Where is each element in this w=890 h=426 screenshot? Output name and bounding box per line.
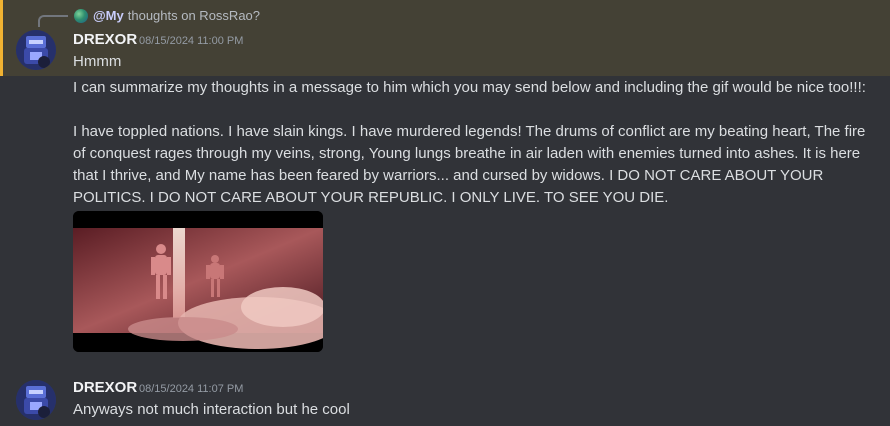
message-text: Anyways not much interaction but he cool bbox=[73, 401, 350, 418]
timestamp[interactable]: 08/15/2024 11:00 PM bbox=[139, 31, 243, 51]
username[interactable]: DREXOR bbox=[73, 30, 137, 50]
message-text: I have toppled nations. I have slain kin… bbox=[73, 123, 866, 206]
robot-avatar-icon bbox=[16, 380, 56, 420]
gif-image bbox=[73, 211, 323, 352]
reply-text[interactable]: thoughts on RossRao? bbox=[128, 8, 260, 23]
timestamp[interactable]: 08/15/2024 11:07 PM bbox=[139, 379, 243, 399]
gif-embed[interactable] bbox=[73, 211, 323, 352]
avatar[interactable] bbox=[16, 30, 56, 70]
message-text: I can summarize my thoughts in a message… bbox=[73, 79, 866, 96]
reply-avatar-icon[interactable] bbox=[74, 9, 88, 23]
reply-preview[interactable]: @My thoughts on RossRao? bbox=[93, 7, 260, 25]
message-text: Hmmm bbox=[73, 53, 122, 70]
reply-spine bbox=[38, 15, 68, 27]
reply-mention[interactable]: @My bbox=[93, 8, 124, 23]
username[interactable]: DREXOR bbox=[73, 378, 137, 398]
robot-avatar-icon bbox=[16, 30, 56, 70]
mention-highlight-bar bbox=[0, 0, 3, 76]
avatar[interactable] bbox=[16, 380, 56, 420]
